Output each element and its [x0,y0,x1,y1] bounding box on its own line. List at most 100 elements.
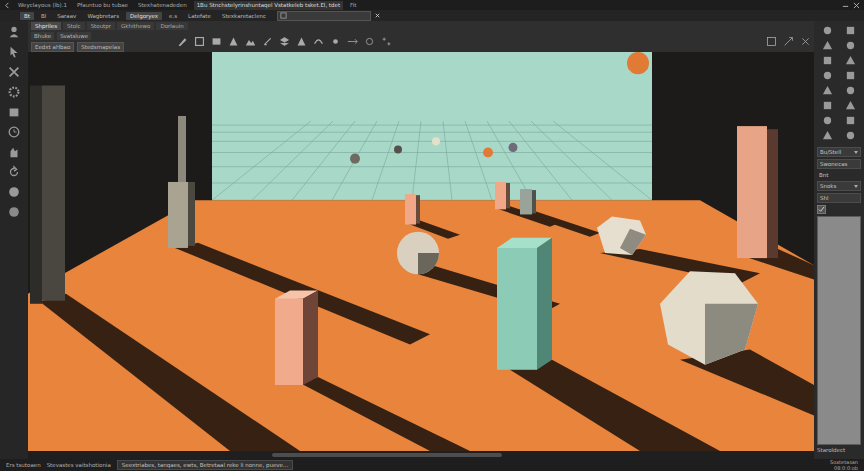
menu-item[interactable]: Stexkaretaclenc [218,12,270,20]
panel-tool-icon[interactable] [822,100,833,111]
panel-checkbox[interactable] [817,205,826,214]
panel-field[interactable]: Shl [817,193,861,203]
panel-tool-icon[interactable] [822,115,833,126]
line-icon[interactable] [347,36,358,47]
panel-list[interactable] [817,216,861,445]
right-panel: Bu/StellSwonecasBntSnoksShlStaroldect [814,21,864,459]
document-tab[interactable]: Dorlauin [156,22,187,30]
trans-icon[interactable] [381,36,392,47]
viewport-canvas[interactable] [28,52,814,451]
panel-tool-icon[interactable] [822,25,833,36]
eye-icon[interactable] [364,36,375,47]
tri2-icon[interactable] [296,36,307,47]
panel-tool-icon[interactable] [845,130,856,141]
horizontal-scrollbar[interactable] [28,451,814,459]
close-search-icon[interactable] [374,12,381,19]
tool-icons [177,36,392,47]
title-tab[interactable]: Pfauntuo bu tubae [74,1,131,10]
menu-item[interactable]: Wagbretars [83,12,123,20]
background [28,52,814,451]
panel-dropdown[interactable]: Snoks [817,181,861,191]
panel-icons [817,25,861,141]
box-icon[interactable] [7,105,21,119]
menu-item[interactable]: Delgoryex [126,12,162,20]
option-field[interactable]: Stedsmapelas [77,42,124,52]
panel-tool-icon[interactable] [845,85,856,96]
document-tabs: ShprilesStolcStoutprGkhithewoDorlauin [28,21,814,31]
brush-icon[interactable] [177,36,188,47]
clock-icon[interactable] [7,125,21,139]
panel-tool-icon[interactable] [845,25,856,36]
tall-dark-pillar [30,86,65,304]
menu-item[interactable]: e.s [165,12,181,20]
panel-field[interactable]: Swonecas [817,159,861,169]
panel-tool-icon[interactable] [822,55,833,66]
document-tab[interactable]: Shpriles [31,22,61,30]
panel-tool-icon[interactable] [845,70,856,81]
large-hex-prism [660,271,758,364]
circle-icon[interactable] [7,205,21,219]
panel-tool-icon[interactable] [845,55,856,66]
curve-icon[interactable] [313,36,324,47]
search-field[interactable] [277,11,371,21]
options-panel: BhukeSvatsluwe Eedxt aHbaoStedsmapelas [31,32,171,52]
close-view-icon[interactable] [800,36,811,47]
tri-icon[interactable] [228,36,239,47]
panel-tool-icon[interactable] [822,130,833,141]
menu-item[interactable]: Latefate [184,12,215,20]
refresh-icon[interactable] [7,165,21,179]
panel-tool-icon[interactable] [845,40,856,51]
title-tab[interactable]: Fit [347,1,359,10]
panel-tool-icon[interactable] [822,85,833,96]
panel-dropdown[interactable]: Bu/Stell [817,147,861,157]
status-text: Stevastes vaitshotionia [47,462,111,468]
back-wall [212,52,652,200]
menu-item[interactable]: Bl [37,12,50,20]
shadows [40,206,814,451]
pen-icon[interactable] [262,36,273,47]
globe-icon[interactable] [7,185,21,199]
document-tab[interactable]: Stoutpr [87,22,115,30]
hand-icon[interactable] [7,145,21,159]
frame-icon[interactable] [194,36,205,47]
cross-icon[interactable] [7,65,21,79]
gear-icon[interactable] [7,85,21,99]
mount-icon[interactable] [245,36,256,47]
minimize-icon[interactable] [842,2,849,9]
options-row: Eedxt aHbaoStedsmapelas [31,42,171,52]
option-button[interactable]: Bhuke [31,32,54,40]
small-hex-prism [597,216,646,255]
scroll-thumb[interactable] [272,453,502,457]
option-button[interactable]: Svatsluwe [57,32,91,40]
node-icon[interactable] [330,36,341,47]
panel-tool-icon[interactable] [822,40,833,51]
panel-tool-icon[interactable] [845,100,856,111]
frame-icon[interactable] [766,36,777,47]
close-icon[interactable] [853,2,860,9]
editor-area: ShprilesStolcStoutprGkhithewoDorlauinBhu… [28,21,814,459]
document-tab[interactable]: Stolc [63,22,85,30]
left-toolbar [0,21,28,459]
panel-label: Bnt [817,171,861,179]
status-info: Soxtetasan08:0:0:ob [830,459,858,471]
options-row: BhukeSvatsluwe [31,32,171,40]
pic-icon[interactable] [211,36,222,47]
menu-item[interactable]: Bt [20,12,34,20]
menu-item[interactable]: Saraav [53,12,80,20]
title-tab[interactable]: Weyclayous (lb).1 [15,1,70,10]
grid-balls [350,137,518,163]
stack-icon[interactable] [279,36,290,47]
title-tab[interactable]: Stexhatenadeden [135,1,190,10]
panel-tool-icon[interactable] [822,70,833,81]
panel-tool-icon[interactable] [845,115,856,126]
back-icon[interactable] [4,2,11,9]
check-icon [818,206,825,213]
title-tab[interactable]: 1Bu Stnchstelyrinshuntaqel Vstatkeleb ts… [194,1,343,10]
option-field[interactable]: Eedxt aHbao [31,42,74,52]
cut-sphere [397,232,439,275]
person-icon[interactable] [7,25,21,39]
expand-icon[interactable] [783,36,794,47]
arrow-icon[interactable] [7,45,21,59]
small-pillars [405,182,536,225]
document-tab[interactable]: Gkhithewo [117,22,154,30]
